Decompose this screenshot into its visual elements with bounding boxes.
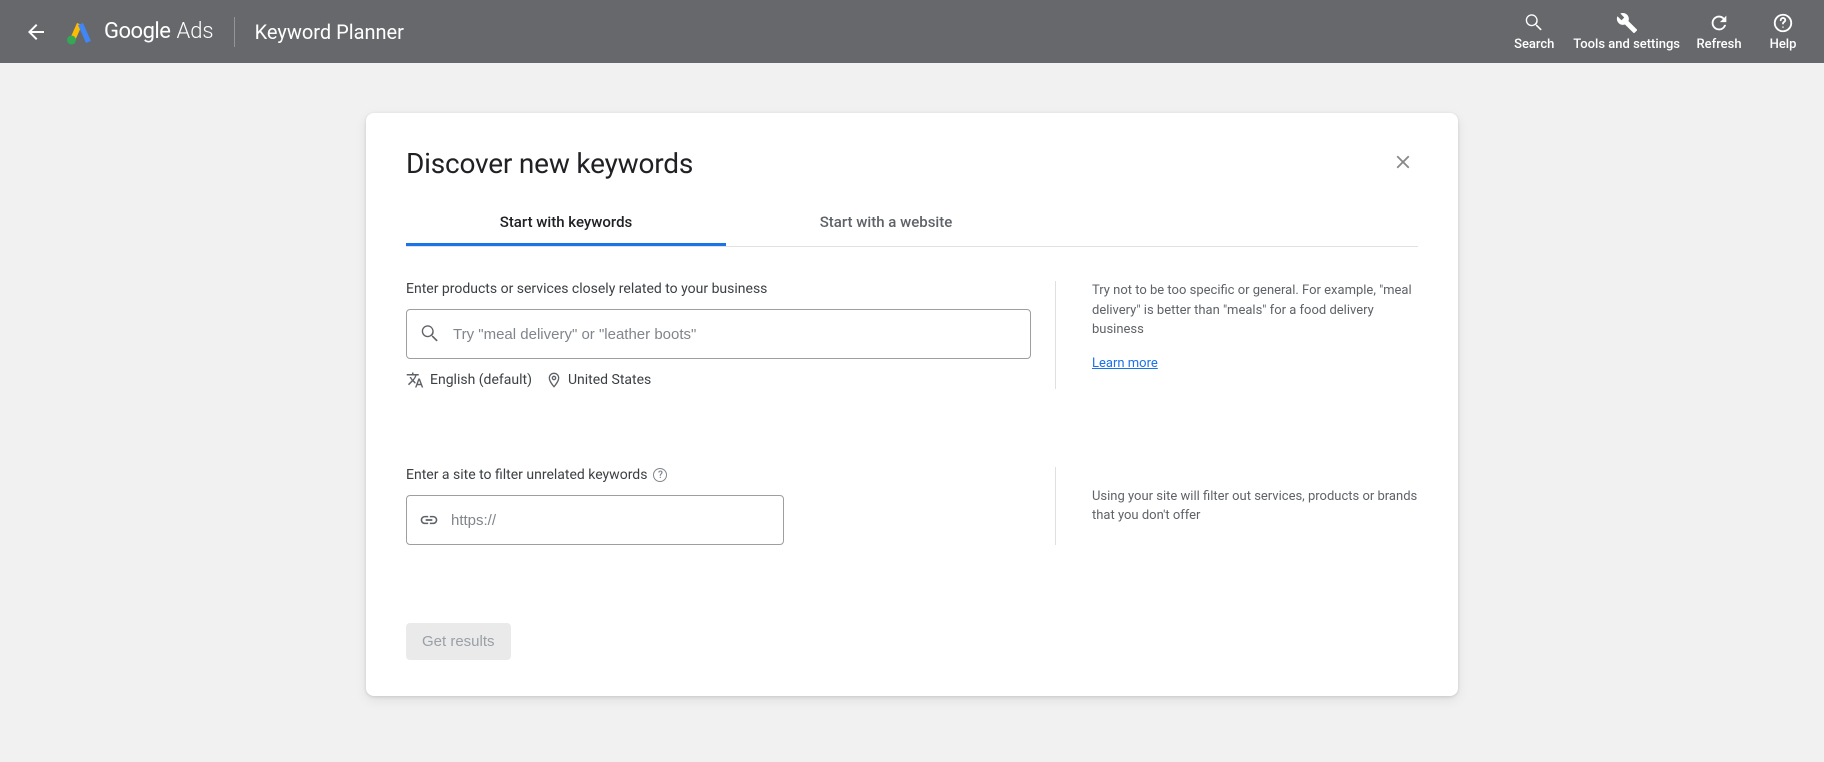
page-title: Keyword Planner <box>255 20 404 44</box>
language-text: English (default) <box>430 372 532 388</box>
site-filter-label: Enter a site to filter unrelated keyword… <box>406 467 1031 483</box>
main-area: Discover new keywords Start with keyword… <box>0 63 1824 696</box>
close-button[interactable] <box>1388 147 1418 181</box>
header-actions: Search Tools and settings Refresh Help <box>1509 12 1808 52</box>
tools-action[interactable]: Tools and settings <box>1573 12 1680 52</box>
search-icon <box>1523 12 1545 34</box>
site-input-wrap[interactable] <box>406 495 784 545</box>
tip-text-2: Using your site will filter out services… <box>1092 487 1418 526</box>
back-button[interactable] <box>16 12 56 52</box>
keyword-input-wrap[interactable] <box>406 309 1031 359</box>
tip-text-1: Try not to be too specific or general. F… <box>1092 281 1418 340</box>
brand-google: Google <box>104 19 170 44</box>
refresh-label: Refresh <box>1696 37 1741 52</box>
wrench-icon <box>1616 12 1638 34</box>
refresh-action[interactable]: Refresh <box>1694 12 1744 52</box>
help-label: Help <box>1770 37 1797 52</box>
tab-website[interactable]: Start with a website <box>726 201 1046 246</box>
refresh-icon <box>1708 12 1730 34</box>
site-filter-text: Enter a site to filter unrelated keyword… <box>406 467 647 483</box>
location-icon <box>546 372 562 388</box>
site-input[interactable] <box>451 496 771 544</box>
products-label: Enter products or services closely relat… <box>406 281 1031 297</box>
link-icon <box>419 510 439 530</box>
location-selector[interactable]: United States <box>546 371 651 389</box>
close-icon <box>1392 151 1414 173</box>
help-tooltip-icon[interactable]: ? <box>653 468 667 482</box>
app-header: Google Ads Keyword Planner Search Tools … <box>0 0 1824 63</box>
search-icon <box>419 323 441 345</box>
learn-more-link[interactable]: Learn more <box>1092 354 1158 374</box>
language-selector[interactable]: English (default) <box>406 371 532 389</box>
keyword-input[interactable] <box>453 310 1018 358</box>
arrow-left-icon <box>24 20 48 44</box>
tools-label: Tools and settings <box>1573 37 1680 52</box>
card-title: Discover new keywords <box>406 147 693 180</box>
brand-ads: Ads <box>176 19 213 44</box>
location-text: United States <box>568 372 651 388</box>
header-divider <box>234 17 235 47</box>
ads-logo-icon <box>66 19 94 45</box>
keyword-card: Discover new keywords Start with keyword… <box>366 113 1458 696</box>
help-icon <box>1772 12 1794 34</box>
logo: Google Ads <box>66 19 214 45</box>
search-label: Search <box>1514 37 1554 52</box>
help-action[interactable]: Help <box>1758 12 1808 52</box>
get-results-button[interactable]: Get results <box>406 623 511 660</box>
search-action[interactable]: Search <box>1509 12 1559 52</box>
tab-keywords[interactable]: Start with keywords <box>406 201 726 246</box>
translate-icon <box>406 371 424 389</box>
tabs: Start with keywords Start with a website <box>406 201 1418 247</box>
